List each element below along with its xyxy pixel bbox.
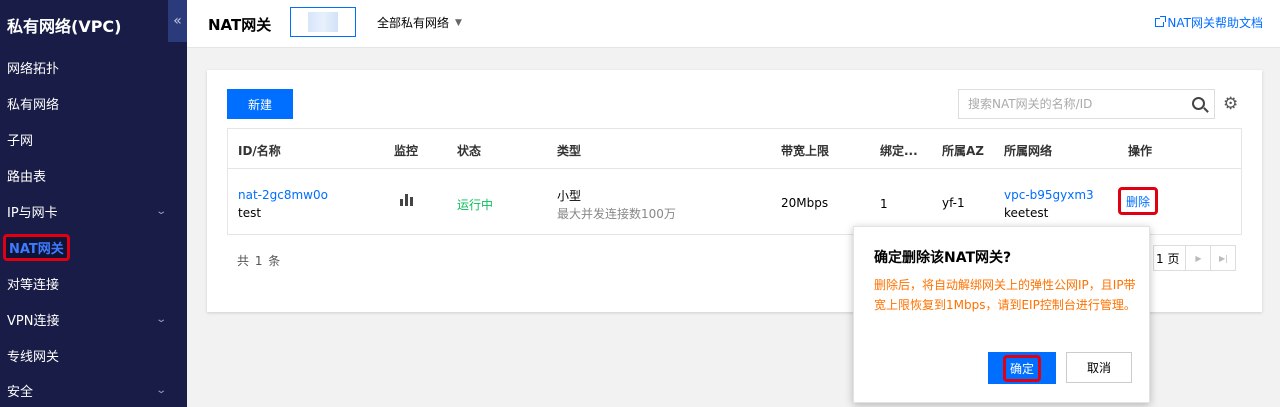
next-page-icon[interactable]: ▶ <box>1185 246 1210 270</box>
search-input[interactable] <box>959 90 1179 118</box>
nat-name: test <box>238 206 262 220</box>
col-monitor: 监控 <box>394 144 419 158</box>
total-count: 共 1 条 <box>237 254 282 268</box>
top-bar: NAT网关 全部私有网络 ▼ NAT网关帮助文档 <box>187 0 1280 48</box>
delete-button[interactable]: 删除 <box>1118 187 1159 215</box>
bandwidth-value: 20Mbps <box>781 196 829 210</box>
sidebar-item-nat-gateway[interactable]: NAT网关 <box>0 229 187 265</box>
sidebar-item-route-table[interactable]: 路由表 <box>0 158 187 194</box>
confirm-button-label: 确定 <box>1002 354 1041 382</box>
confirm-button[interactable]: 确定 <box>988 352 1056 384</box>
sidebar-item-label: NAT网关 <box>3 233 70 261</box>
sidebar-item-subnet[interactable]: 子网 <box>0 122 187 158</box>
table-header: ID/名称 监控 状态 类型 带宽上限 绑定... 所属AZ 所属网络 操作 <box>228 129 1241 169</box>
col-type: 类型 <box>557 144 582 158</box>
col-bound: 绑定... <box>880 144 918 158</box>
vpc-name: keetest <box>1004 206 1049 220</box>
popover-title: 确定删除该NAT网关? <box>874 250 1012 266</box>
sidebar-item-label: 路由表 <box>7 170 47 186</box>
sidebar-item-label: 安全 <box>7 385 34 401</box>
sidebar-item-label: 子网 <box>7 134 34 150</box>
caret-down-icon: ▼ <box>455 17 462 28</box>
chevron-down-icon: ⌄ <box>154 313 167 325</box>
delete-confirm-popover: 确定删除该NAT网关? 删除后，将自动解绑网关上的弹性公网IP，且IP带宽上限恢… <box>853 226 1150 403</box>
bound-count: 1 <box>880 197 888 211</box>
last-page-icon[interactable]: ▶| <box>1210 246 1235 270</box>
vpc-select-value: 全部私有网络 <box>377 16 450 30</box>
new-button[interactable]: 新建 <box>227 89 293 119</box>
col-status: 状态 <box>457 144 482 158</box>
nat-type: 小型 <box>557 189 582 203</box>
nat-id-link[interactable]: nat-2gc8mw0o <box>238 188 328 202</box>
sidebar-menu: 网络拓扑 私有网络 子网 路由表 IP与网卡 ⌄ NAT网关 对等连接 VPN连接… <box>0 50 187 407</box>
chevron-down-icon: ⌄ <box>154 385 167 397</box>
sidebar-item-vpn[interactable]: VPN连接 ⌄ <box>0 301 187 337</box>
vpc-id-link[interactable]: vpc-b95gyxm3 <box>1004 188 1094 202</box>
sidebar-title: 私有网络(VPC) <box>7 17 122 36</box>
sidebar-item-ip-nic[interactable]: IP与网卡 ⌄ <box>0 194 187 230</box>
az-value: yf-1 <box>942 196 965 210</box>
region-redacted <box>308 12 338 32</box>
sidebar-item-dc-gateway[interactable]: 专线网关 <box>0 337 187 373</box>
page-count: 1 页 <box>1156 251 1180 266</box>
cancel-button[interactable]: 取消 <box>1066 352 1132 383</box>
sidebar-item-label: 私有网络 <box>7 98 60 114</box>
chevron-down-icon: ⌄ <box>154 206 167 217</box>
search-box <box>958 89 1215 119</box>
sidebar-item-label: VPN连接 <box>7 313 60 329</box>
col-az: 所属AZ <box>942 144 984 158</box>
region-selector[interactable] <box>290 7 356 37</box>
nat-type-desc: 最大并发连接数100万 <box>557 207 676 221</box>
col-actions: 操作 <box>1128 144 1153 158</box>
popover-warning: 删除后，将自动解绑网关上的弹性公网IP，且IP带宽上限恢复到1Mbps，请到EI… <box>874 278 1136 312</box>
sidebar-item-label: 对等连接 <box>7 277 60 293</box>
sidebar-item-label: 网络拓扑 <box>7 62 60 78</box>
sidebar-item-label: IP与网卡 <box>7 206 58 221</box>
collapse-sidebar-icon[interactable]: « <box>168 0 187 42</box>
vpc-select[interactable]: 全部私有网络 ▼ <box>377 14 462 31</box>
page-title: NAT网关 <box>208 16 272 34</box>
sidebar-header: 私有网络(VPC) « <box>0 0 187 50</box>
sidebar-item-topology[interactable]: 网络拓扑 <box>0 50 187 86</box>
nat-table: ID/名称 监控 状态 类型 带宽上限 绑定... 所属AZ 所属网络 操作 n… <box>227 128 1242 235</box>
monitor-chart-icon[interactable] <box>400 193 413 206</box>
sidebar-item-peering[interactable]: 对等连接 <box>0 265 187 301</box>
help-doc-link[interactable]: NAT网关帮助文档 <box>1155 14 1263 31</box>
status-running: 运行中 <box>457 198 494 212</box>
sidebar: 私有网络(VPC) « 网络拓扑 私有网络 子网 路由表 IP与网卡 ⌄ NAT网… <box>0 0 187 407</box>
sidebar-item-security[interactable]: 安全 ⌄ <box>0 373 187 407</box>
search-icon[interactable] <box>1192 97 1205 110</box>
help-doc-label: NAT网关帮助文档 <box>1167 16 1263 30</box>
col-bandwidth: 带宽上限 <box>781 144 830 158</box>
col-vpc: 所属网络 <box>1004 144 1053 158</box>
sidebar-item-label: 专线网关 <box>7 349 60 365</box>
pagination: 1 页 ▶ ▶| <box>1153 245 1237 271</box>
external-link-icon <box>1155 16 1167 27</box>
sidebar-item-vpc[interactable]: 私有网络 <box>0 86 187 122</box>
gear-icon[interactable]: ⚙ <box>1223 94 1238 114</box>
col-id-name: ID/名称 <box>238 144 281 158</box>
